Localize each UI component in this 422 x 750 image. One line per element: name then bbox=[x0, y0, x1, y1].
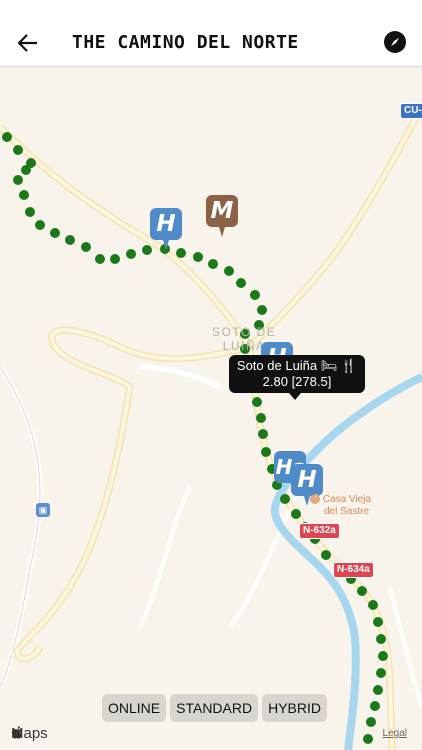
compass-button[interactable] bbox=[384, 31, 406, 53]
online-button[interactable]: ONLINE bbox=[102, 694, 167, 722]
standard-button[interactable]: STANDARD bbox=[170, 694, 259, 722]
arrow-left-icon bbox=[18, 34, 37, 52]
road-shield-label: CU-7 bbox=[404, 105, 422, 116]
pin-tail bbox=[219, 227, 225, 237]
callout-tip bbox=[289, 393, 301, 400]
waypoint-callout[interactable]: Soto de Luiña 🛏 🍴 2.80 [278.5] bbox=[229, 355, 365, 400]
pin-letter: M bbox=[210, 198, 234, 224]
callout-distance: 2.80 [278.5] bbox=[262, 374, 332, 389]
museum-pin[interactable]: M bbox=[206, 195, 238, 227]
road-shield: N-632a bbox=[299, 523, 340, 539]
callout-name: Soto de Luiña bbox=[236, 358, 318, 373]
restaurant-poi-label[interactable]: 🍴 Casa Vieja del Sastre bbox=[310, 494, 371, 518]
hotel-pin[interactable]: H bbox=[291, 464, 323, 496]
apple-logo-icon bbox=[12, 726, 22, 739]
hotel-pin[interactable]: H bbox=[150, 208, 182, 240]
road-shield-label: N-634a bbox=[337, 564, 370, 575]
poi-label-line2: del Sastre bbox=[324, 506, 370, 517]
hybrid-button[interactable]: HYBRID bbox=[262, 694, 327, 722]
map-type-controls: ONLINE STANDARD HYBRID bbox=[102, 694, 327, 722]
map-canvas bbox=[0, 67, 422, 750]
legal-link[interactable]: Legal bbox=[383, 728, 407, 739]
app-header: THE CAMINO DEL NORTE bbox=[0, 0, 422, 67]
map-view[interactable]: SOTO DE LUIÑA H M H Soto de Luiña 🛏 🍴 2.… bbox=[0, 67, 422, 750]
restaurant-icon: 🍴 bbox=[310, 494, 320, 505]
maps-attribution: Maps bbox=[11, 725, 48, 742]
bed-fork-icon: 🛏 🍴 bbox=[320, 358, 358, 373]
back-button[interactable] bbox=[14, 30, 42, 56]
callout-title-row: Soto de Luiña 🛏 🍴 bbox=[229, 358, 365, 374]
pin-tail bbox=[163, 240, 169, 250]
road-shield: CU-7 bbox=[400, 103, 422, 119]
compass-icon bbox=[391, 38, 399, 46]
road-shield-label: N-632a bbox=[303, 525, 336, 536]
bus-stop-icon[interactable]: ▣ bbox=[36, 503, 50, 517]
poi-label-line1: Casa Vieja bbox=[322, 494, 371, 505]
pin-letter: H bbox=[297, 467, 317, 493]
page-title: THE CAMINO DEL NORTE bbox=[72, 32, 299, 53]
road-shield: N-634a bbox=[333, 562, 374, 578]
town-label-line1: SOTO DE bbox=[212, 325, 277, 339]
pin-letter: H bbox=[156, 211, 176, 237]
